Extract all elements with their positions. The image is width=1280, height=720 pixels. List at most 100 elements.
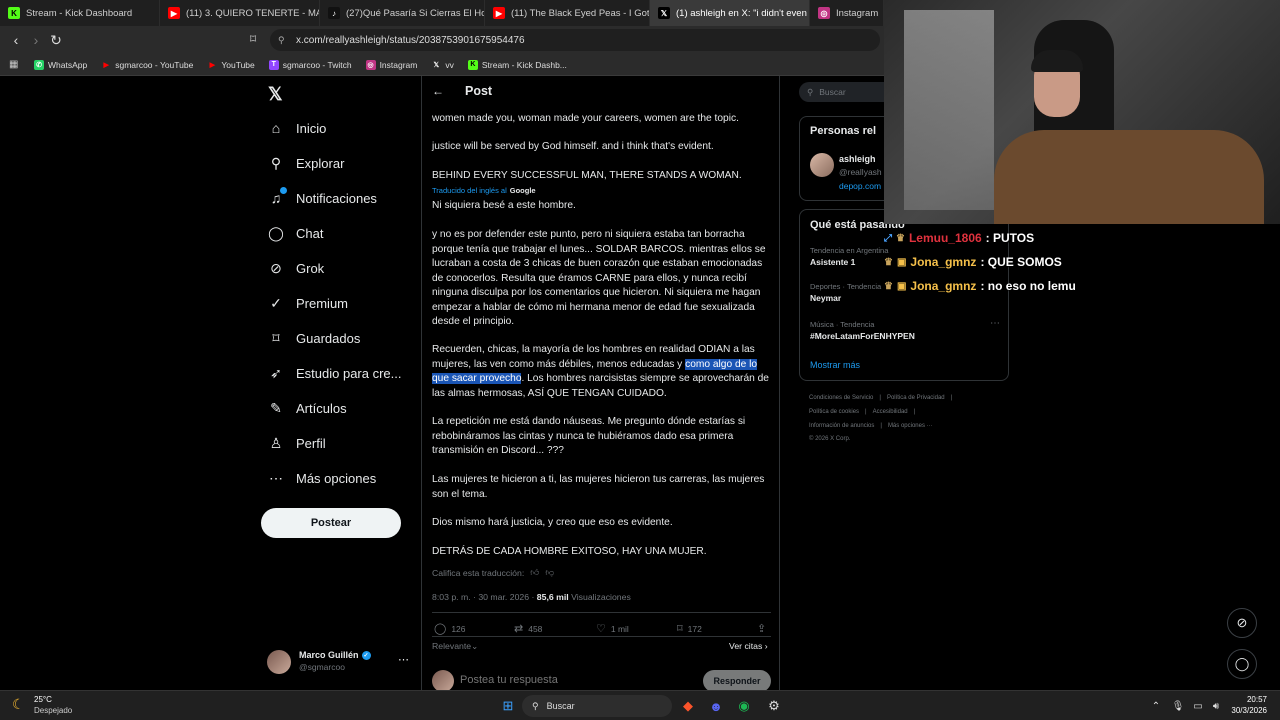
- divider: [432, 612, 771, 613]
- x-icon: 𝕏: [433, 61, 440, 69]
- stream-chat-message: ♛ ▣ Jona_gmnz: QUE SOMOS: [884, 255, 1062, 269]
- bookmark-star-icon[interactable]: ⌑: [250, 32, 256, 46]
- reply-action[interactable]: ◯ 126: [434, 622, 466, 635]
- sort-dropdown[interactable]: Relevante⌄: [432, 641, 478, 652]
- avatar[interactable]: [810, 153, 834, 177]
- bookmark-youtube-channel[interactable]: ▶ sgmarcoo - YouTube: [101, 60, 194, 70]
- sidebar-item-notificaciones[interactable]: ♫ Notificaciones: [268, 187, 377, 206]
- account-switcher[interactable]: Marco Guillén ✓ @sgmarcoo ⋯: [267, 648, 412, 676]
- messages-fab[interactable]: ◯: [1227, 649, 1257, 679]
- apps-grid-icon[interactable]: ▦: [9, 59, 18, 70]
- footer-link[interactable]: Información de anuncios: [809, 423, 874, 429]
- browser-tab[interactable]: K Stream - Kick Dashboard: [0, 0, 160, 26]
- thumbs-down-icon[interactable]: 👎︎: [545, 567, 554, 578]
- forward-icon[interactable]: ›: [26, 32, 46, 48]
- thumbs-up-icon[interactable]: 👍︎: [530, 567, 539, 578]
- discord-icon[interactable]: ☻: [706, 696, 726, 716]
- search-icon: ⚲: [807, 86, 814, 97]
- spotify-icon[interactable]: ◉: [734, 696, 754, 716]
- chevron-up-icon[interactable]: ⌃: [1146, 696, 1166, 716]
- streamer-shirt: [994, 130, 1264, 224]
- show-more-link[interactable]: Mostrar más: [810, 360, 860, 370]
- weather-moon-icon[interactable]: ☾: [12, 696, 25, 713]
- footer-link[interactable]: Política de cookies: [809, 409, 859, 415]
- like-action[interactable]: ♡ 1 mil: [596, 622, 629, 635]
- x-logo-icon[interactable]: 𝕏: [268, 84, 283, 105]
- sidebar-item-premium[interactable]: ✓ Premium: [268, 295, 348, 311]
- footer-links: Política de cookies | Accesibilidad |: [809, 409, 916, 415]
- brave-icon[interactable]: ◆: [678, 696, 698, 716]
- url-field[interactable]: ⚲ x.com/reallyashleigh/status/2038753901…: [270, 29, 880, 51]
- tiktok-icon: ♪: [328, 7, 340, 19]
- bookmark-action[interactable]: ⌑ 172: [677, 622, 702, 635]
- bookmark-youtube[interactable]: ▶ YouTube: [207, 60, 255, 70]
- back-icon[interactable]: ‹: [6, 32, 26, 48]
- twitch-icon: T: [268, 59, 279, 70]
- badge-icon: ▣: [896, 280, 907, 292]
- page-title: Post: [465, 84, 493, 98]
- sidebar-item-explorar[interactable]: ⚲ Explorar: [268, 155, 345, 171]
- rocket-icon: ➶: [270, 364, 282, 381]
- person-icon: ♙: [269, 434, 283, 451]
- sidebar-item-mas-opciones[interactable]: ⋯ Más opciones: [268, 470, 376, 486]
- footer-links: Condiciones de Servicio | Política de Priv…: [809, 395, 953, 401]
- grok-fab[interactable]: ⊘: [1227, 608, 1257, 638]
- article-icon: ✎: [270, 399, 282, 416]
- view-quotes-link[interactable]: Ver citas ›: [729, 641, 768, 651]
- chat-icon: ◯: [1234, 656, 1250, 671]
- browser-tab-active[interactable]: 𝕏(1) ashleigh en X: "i didn't even k×: [650, 0, 810, 26]
- sidebar-item-perfil[interactable]: ♙ Perfil: [268, 435, 326, 451]
- post-button[interactable]: Postear: [261, 508, 401, 538]
- repost-action[interactable]: ⇄ 458: [514, 622, 542, 635]
- footer-link[interactable]: Accesibilidad: [873, 409, 908, 415]
- whatsapp-icon: ✆: [34, 59, 44, 70]
- grok-icon: ⊘: [270, 259, 282, 276]
- browser-tab[interactable]: ▶(11) The Black Eyed Peas - I Gotta Fe: [485, 0, 650, 26]
- back-arrow-icon[interactable]: ←: [432, 84, 444, 98]
- more-icon[interactable]: ⋯: [990, 318, 1000, 329]
- bookmark-kick[interactable]: K Stream - Kick Dashb...: [467, 59, 567, 70]
- instagram-icon: ◎: [818, 7, 830, 19]
- browser-tab[interactable]: ♪(27)Qué Pasaría Si Cierras El Hocico: [320, 0, 485, 26]
- bookmark-vv[interactable]: 𝕏vv: [431, 60, 454, 70]
- trend-item[interactable]: Música · Tendencia #MoreLatamForENHYPEN …: [810, 318, 1000, 341]
- badge-icon: ▣: [896, 256, 907, 268]
- bookmark-twitch[interactable]: Tsgmarcoo - Twitch: [268, 59, 352, 70]
- stream-chat-message: ♛ ▣ Jona_gmnz: no eso no lemu: [884, 279, 1076, 293]
- steam-icon[interactable]: ⚙: [764, 696, 784, 716]
- more-icon[interactable]: ⋯: [398, 653, 409, 666]
- trend-item[interactable]: Tendencia en Argentina Asistente 1: [810, 246, 888, 267]
- taskbar-search[interactable]: ⚲ Buscar: [522, 695, 672, 717]
- sidebar-item-inicio[interactable]: ⌂ Inicio: [268, 120, 327, 136]
- share-icon: ⇪: [757, 623, 767, 635]
- sidebar-item-guardados[interactable]: ⌑ Guardados: [268, 330, 360, 346]
- bookmark-whatsapp[interactable]: ✆ WhatsApp: [34, 59, 87, 70]
- microphone-icon[interactable]: 🎙︎: [1168, 696, 1188, 716]
- grok-icon: ⊘: [1236, 615, 1248, 630]
- reply-input[interactable]: [460, 672, 680, 688]
- browser-tab[interactable]: ▶(11) 3. QUIERO TENERTE - MANU W/: [160, 0, 320, 26]
- youtube-icon: ▶: [168, 7, 180, 19]
- reply-button[interactable]: Responder: [703, 670, 771, 690]
- translated-paragraph: La repetición me está dando náuseas. Me …: [432, 416, 746, 456]
- bell-icon: ♫: [268, 187, 287, 206]
- footer-link[interactable]: Más opciones ···: [888, 423, 933, 429]
- sidebar-item-estudio[interactable]: ➶ Estudio para cre...: [268, 364, 401, 381]
- repost-icon: ⇄: [514, 623, 524, 635]
- share-action[interactable]: ⇪: [757, 622, 766, 635]
- site-info-icon[interactable]: ⚲: [278, 35, 285, 46]
- trend-item[interactable]: Deportes · Tendencia Neymar: [810, 282, 881, 303]
- windows-start-icon[interactable]: ⊞: [498, 696, 518, 716]
- footer-link[interactable]: Condiciones de Servicio: [809, 395, 873, 401]
- bookmark-instagram[interactable]: ◎ Instagram: [365, 59, 417, 70]
- avatar: [432, 670, 454, 690]
- footer-link[interactable]: Política de Privacidad: [887, 395, 945, 401]
- display-icon[interactable]: ▭: [1188, 696, 1208, 716]
- browser-tab[interactable]: ◎ Instagram: [810, 0, 884, 26]
- footer-links: Información de anuncios | Más opciones ···: [809, 423, 933, 429]
- sidebar-item-grok[interactable]: ⊘ Grok: [268, 260, 324, 276]
- avatar: [267, 650, 291, 674]
- reload-icon[interactable]: ↻: [46, 32, 66, 49]
- sidebar-item-chat[interactable]: ◯ Chat: [268, 225, 323, 241]
- sidebar-item-articulos[interactable]: ✎ Artículos: [268, 399, 346, 416]
